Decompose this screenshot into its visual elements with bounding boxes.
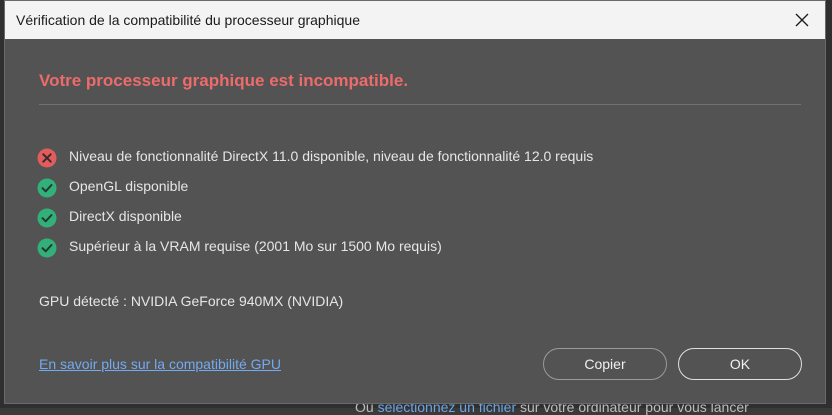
close-button[interactable] (779, 1, 825, 39)
check-label: DirectX disponible (69, 208, 182, 224)
success-check-icon (37, 238, 57, 258)
close-icon (795, 13, 809, 27)
success-check-icon (37, 178, 57, 198)
check-label: OpenGL disponible (69, 178, 189, 194)
ok-button[interactable]: OK (678, 348, 802, 380)
window-title: Vérification de la compatibilité du proc… (16, 12, 360, 28)
title-bar: Vérification de la compatibilité du proc… (5, 1, 825, 39)
incompatible-heading: Votre processeur graphique est incompati… (39, 71, 409, 90)
copy-button[interactable]: Copier (543, 348, 667, 380)
gpu-detected-text: GPU détecté : NVIDIA GeForce 940MX (NVID… (39, 293, 344, 309)
success-check-icon (37, 208, 57, 228)
gpu-compat-help-link[interactable]: En savoir plus sur la compatibilité GPU (39, 356, 281, 372)
error-x-icon (37, 148, 57, 168)
gpu-compat-dialog: Vérification de la compatibilité du proc… (4, 0, 826, 404)
check-label: Supérieur à la VRAM requise (2001 Mo sur… (69, 238, 442, 254)
check-label: Niveau de fonctionnalité DirectX 11.0 di… (69, 148, 594, 164)
divider (39, 104, 801, 105)
